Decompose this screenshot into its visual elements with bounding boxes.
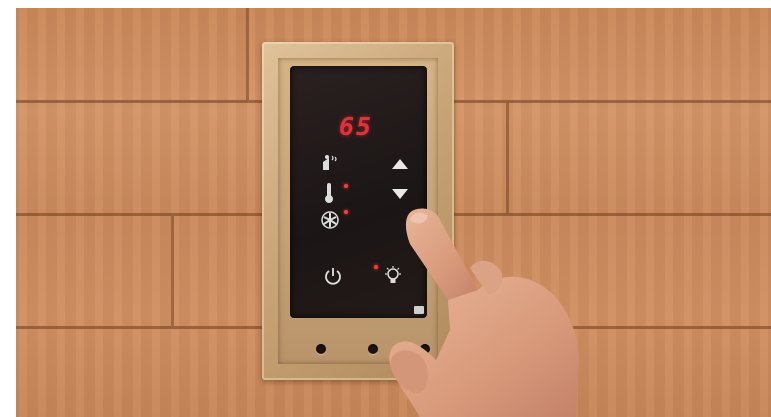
hand (389, 208, 579, 417)
scene: 65 (0, 0, 771, 417)
